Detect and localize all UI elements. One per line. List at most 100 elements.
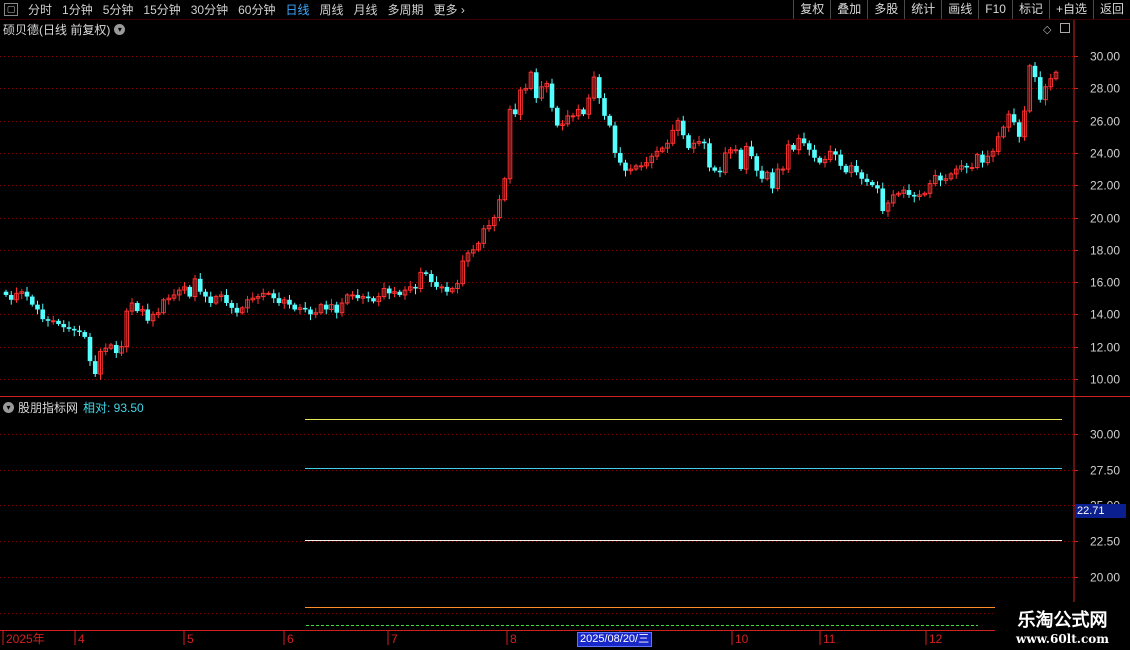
period-tab[interactable]: 60分钟 xyxy=(233,1,280,18)
period-tab[interactable]: 30分钟 xyxy=(186,1,233,18)
candle-body xyxy=(24,291,30,297)
candle-body xyxy=(1037,77,1043,100)
candle-body xyxy=(680,120,686,136)
kline-chart[interactable]: 10.00 12.00 14.00 16.00 18.00 20.00 22.00 24.00… xyxy=(0,0,1130,650)
candle-body xyxy=(549,83,555,108)
candle-body xyxy=(40,309,46,320)
indicator-value: 相对: 93.50 xyxy=(83,401,144,415)
candle-body xyxy=(533,72,539,99)
layout-icon[interactable]: ▢ xyxy=(4,3,18,16)
period-tab[interactable]: 多周期 xyxy=(383,1,429,18)
back-button[interactable]: 返回 xyxy=(1092,0,1130,19)
panel-toggle-icon[interactable] xyxy=(1060,23,1070,33)
fuquan-button[interactable]: 复权 xyxy=(793,0,830,19)
x-tick-label: 12 xyxy=(929,632,943,646)
candle-body xyxy=(224,294,229,304)
y-tick-label: 30.00 xyxy=(1090,50,1120,64)
candle-body xyxy=(717,170,723,173)
candle-body xyxy=(623,162,628,171)
candle-body xyxy=(875,185,880,189)
candle-body xyxy=(638,165,644,168)
y-tick-label: 26.00 xyxy=(1090,115,1120,129)
candle-body xyxy=(938,175,943,181)
y-tick-label: 30.00 xyxy=(1090,428,1120,442)
period-tab[interactable]: 周线 xyxy=(314,1,348,18)
candle-body xyxy=(434,282,439,287)
candle-body xyxy=(964,165,970,168)
candle-body xyxy=(602,98,607,116)
candle-body xyxy=(134,303,140,312)
y-tick-label: 24.00 xyxy=(1090,147,1120,161)
x-tick-label: 6 xyxy=(287,632,294,646)
indicator-header: ▾ 股朋指标网 相对: 93.50 xyxy=(3,399,144,416)
candle-body xyxy=(276,298,282,304)
period-tab[interactable]: 5分钟 xyxy=(98,1,139,18)
candle-body xyxy=(82,332,88,337)
candle-body xyxy=(334,304,340,313)
chevron-down-icon[interactable]: ▾ xyxy=(114,24,126,35)
candle-body xyxy=(308,309,313,315)
indicator-title: 股朋指标网 xyxy=(18,401,79,415)
overlay-button[interactable]: 叠加 xyxy=(830,0,867,19)
candle-body xyxy=(859,172,865,179)
candle-body xyxy=(754,156,760,171)
candle-body xyxy=(197,278,203,292)
period-tab[interactable]: 分时 xyxy=(23,1,57,18)
draw-line-button[interactable]: 画线 xyxy=(941,0,978,19)
x-tick-label: 2025年 xyxy=(6,632,45,646)
y-tick-label: 28.00 xyxy=(1090,82,1120,96)
candle-body xyxy=(607,115,613,126)
candle-body xyxy=(864,178,870,182)
candle-body xyxy=(302,307,308,310)
y-tick-label: 20.00 xyxy=(1090,212,1120,226)
period-tab[interactable]: 月线 xyxy=(349,1,383,18)
candle-body xyxy=(733,149,739,152)
candle-body xyxy=(712,167,718,171)
period-tab-daily[interactable]: 日线 xyxy=(280,1,314,18)
candle-body xyxy=(423,272,429,274)
watermark-line2: www.60lt.com xyxy=(1016,632,1109,646)
candle-body xyxy=(29,296,35,305)
candle-body xyxy=(439,286,445,289)
f10-button[interactable]: F10 xyxy=(978,0,1012,19)
candle-body xyxy=(3,291,9,295)
candle-body xyxy=(208,296,214,304)
candle-body xyxy=(738,149,744,170)
y-tick-label: 18.00 xyxy=(1090,244,1120,258)
candle-body xyxy=(365,296,371,299)
candle-body xyxy=(880,188,886,212)
candle-body xyxy=(1011,114,1017,123)
mark-button[interactable]: 标记 xyxy=(1011,0,1049,19)
period-tab[interactable]: 15分钟 xyxy=(138,1,185,18)
candle-body xyxy=(350,294,355,297)
candle-body xyxy=(61,324,67,328)
candle-body xyxy=(50,320,56,323)
chevron-down-icon[interactable]: ▾ xyxy=(3,402,14,413)
candle-body xyxy=(701,141,707,144)
candle-body xyxy=(1032,65,1038,78)
period-tab[interactable]: 1分钟 xyxy=(57,1,98,18)
diamond-icon[interactable]: ◇ xyxy=(1043,23,1051,36)
add-watchlist-button[interactable]: +自选 xyxy=(1048,0,1093,19)
candle-body xyxy=(801,138,807,144)
candle-body xyxy=(77,330,82,333)
watermark-line1: 乐淘公式网 xyxy=(1017,610,1108,631)
candle-body xyxy=(581,109,586,115)
watermark-logo: 乐淘公式网 www.60lt.com xyxy=(995,602,1130,650)
candle-body xyxy=(980,154,985,163)
candle-body xyxy=(8,294,14,300)
candle-body xyxy=(45,319,51,321)
candle-body xyxy=(397,291,403,295)
candle-body xyxy=(554,107,560,126)
multi-stock-button[interactable]: 多股 xyxy=(867,0,904,19)
y-tick-label: 22.00 xyxy=(1090,179,1120,193)
crosshair-date-tag: 2025/08/20/三 xyxy=(577,632,653,647)
y-tick-label: 12.00 xyxy=(1090,341,1120,355)
candle-body xyxy=(444,286,450,292)
candle-body xyxy=(770,172,775,189)
candle-body xyxy=(271,293,277,299)
period-more[interactable]: 更多 › xyxy=(429,1,470,18)
candle-body xyxy=(707,143,712,168)
y-tick-label: 27.50 xyxy=(1090,464,1120,478)
stats-button[interactable]: 统计 xyxy=(904,0,941,19)
